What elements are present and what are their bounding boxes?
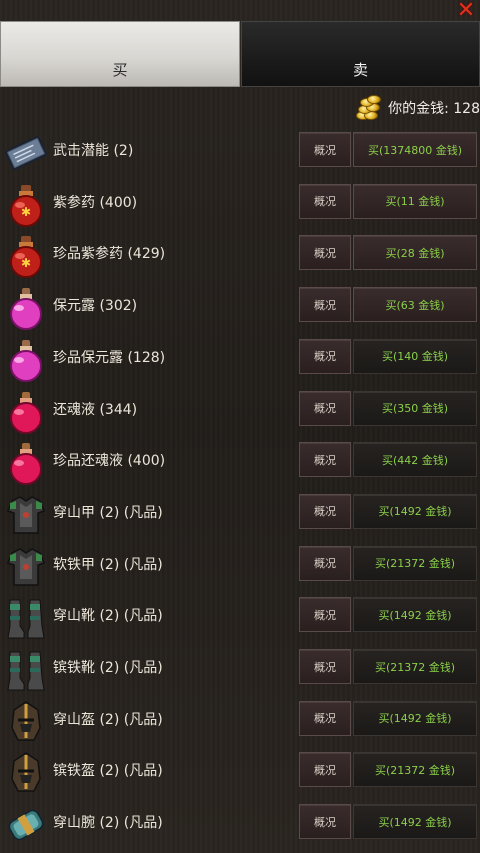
info-button[interactable]: 概况 — [299, 442, 351, 478]
buy-button[interactable]: 买(1374800 金钱) — [353, 132, 477, 167]
item-name: 保元露 (302) — [53, 298, 138, 315]
item-name: 镔铁盔 (2) (凡品) — [53, 763, 163, 780]
buy-button[interactable]: 买(1492 金钱) — [353, 804, 477, 840]
buy-button[interactable]: 买(21372 金钱) — [353, 752, 477, 788]
tab-sell[interactable]: 卖 — [241, 21, 480, 87]
info-button[interactable]: 概况 — [299, 700, 351, 736]
list-item: 珍品保元露 (128) 概况 买(140 金钱) — [0, 336, 480, 388]
buy-button[interactable]: 买(442 金钱) — [353, 442, 477, 478]
buy-button[interactable]: 买(1492 金钱) — [353, 700, 477, 736]
money-label: 你的金钱: 128 — [388, 101, 480, 117]
gold-coins-icon — [354, 94, 382, 122]
info-button[interactable]: 概况 — [299, 597, 351, 633]
list-item: 穿山甲 (2) (凡品) 概况 买(1492 金钱) — [0, 491, 480, 543]
money-display: 你的金钱: 128 — [354, 93, 480, 123]
list-item: 穿山盔 (2) (凡品) 概况 买(1492 金钱) — [0, 698, 480, 750]
helmet-icon — [4, 751, 48, 795]
crimson-potion-icon — [4, 390, 48, 434]
buy-button[interactable]: 买(140 金钱) — [353, 338, 477, 374]
info-button[interactable]: 概况 — [299, 545, 351, 581]
buy-button[interactable]: 买(1492 金钱) — [353, 597, 477, 633]
item-name: 珍品紫参药 (429) — [53, 246, 166, 263]
svg-text:✱: ✱ — [21, 205, 31, 219]
list-item: 镔铁盔 (2) (凡品) 概况 买(21372 金钱) — [0, 749, 480, 801]
item-name: 还魂液 (344) — [53, 401, 138, 418]
helmet-icon — [4, 700, 48, 744]
info-button[interactable]: 概况 — [299, 752, 351, 788]
list-item: 武击潜能 (2) 概况 买(1374800 金钱) — [0, 129, 480, 181]
list-item: ✱ 紫参药 (400) 概况 买(11 金钱) — [0, 181, 480, 233]
buy-button[interactable]: 买(21372 金钱) — [353, 649, 477, 684]
armor-icon — [4, 493, 48, 537]
buy-button[interactable]: 买(11 金钱) — [353, 183, 477, 219]
crimson-potion-icon — [4, 441, 48, 486]
buy-button[interactable]: 买(1492 金钱) — [353, 493, 477, 529]
list-item: ✱ 珍品紫参药 (429) 概况 买(28 金钱) — [0, 232, 480, 284]
info-button[interactable]: 概况 — [299, 183, 351, 219]
shop-window: ✕ 买 卖 你的金钱: 128 武击潜能 (2) 概况 买(1374800 金钱) ✱… — [0, 0, 480, 853]
list-item: 珍品还魂液 (400) 概况 买(442 金钱) — [0, 439, 480, 491]
info-button[interactable]: 概况 — [299, 132, 351, 167]
buy-button[interactable]: 买(350 金钱) — [353, 390, 477, 426]
list-item: 穿山靴 (2) (凡品) 概况 买(1492 金钱) — [0, 594, 480, 646]
item-name: 穿山腕 (2) (凡品) — [53, 815, 163, 832]
buy-button[interactable]: 买(63 金钱) — [353, 287, 477, 323]
close-icon[interactable]: ✕ — [456, 0, 476, 22]
list-item: 穿山腕 (2) (凡品) 概况 买(1492 金钱) — [0, 801, 480, 853]
item-name: 穿山靴 (2) (凡品) — [53, 608, 163, 625]
list-item: 保元露 (302) 概况 买(63 金钱) — [0, 284, 480, 336]
info-button[interactable]: 概况 — [299, 493, 351, 529]
bracer-icon — [4, 803, 48, 847]
list-item: 还魂液 (344) 概况 买(350 金钱) — [0, 388, 480, 440]
item-name: 珍品还魂液 (400) — [53, 453, 166, 470]
buy-button[interactable]: 买(21372 金钱) — [353, 545, 477, 581]
list-item: 软铁甲 (2) (凡品) 概况 买(21372 金钱) — [0, 543, 480, 595]
info-button[interactable]: 概况 — [299, 235, 351, 271]
svg-text:✱: ✱ — [21, 256, 31, 270]
tab-bar: 买 卖 — [0, 21, 480, 87]
tab-buy[interactable]: 买 — [0, 21, 240, 87]
red-potion-icon: ✱ — [4, 234, 48, 279]
pink-potion-icon — [4, 338, 48, 382]
item-name: 软铁甲 (2) (凡品) — [53, 556, 163, 573]
item-name: 穿山甲 (2) (凡品) — [53, 504, 163, 521]
info-button[interactable]: 概况 — [299, 649, 351, 684]
item-name: 穿山盔 (2) (凡品) — [53, 711, 163, 728]
info-button[interactable]: 概况 — [299, 804, 351, 840]
info-button[interactable]: 概况 — [299, 287, 351, 323]
item-name: 珍品保元露 (128) — [53, 349, 166, 366]
item-name: 武击潜能 (2) — [53, 143, 134, 159]
item-name: 镔铁靴 (2) (凡品) — [53, 660, 163, 676]
pink-potion-icon — [4, 286, 48, 331]
info-button[interactable]: 概况 — [299, 390, 351, 426]
info-button[interactable]: 概况 — [299, 338, 351, 374]
tab-sell-label: 卖 — [352, 61, 368, 79]
armor-icon — [4, 545, 48, 589]
buy-button[interactable]: 买(28 金钱) — [353, 235, 477, 271]
list-item: 镔铁靴 (2) (凡品) 概况 买(21372 金钱) — [0, 646, 480, 698]
red-potion-icon: ✱ — [4, 183, 48, 227]
boots-icon — [4, 596, 48, 640]
item-name: 紫参药 (400) — [53, 194, 138, 211]
book-icon — [4, 131, 48, 175]
boots-icon — [4, 648, 48, 692]
tab-buy-label: 买 — [112, 61, 128, 79]
